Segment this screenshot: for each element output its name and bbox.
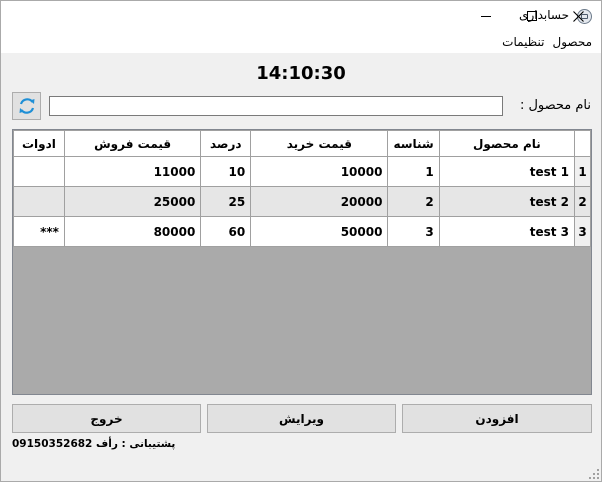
- refresh-button[interactable]: [12, 92, 41, 120]
- cell-buy-price[interactable]: 10000: [250, 156, 389, 187]
- products-grid[interactable]: ادوات قیمت فروش درصد قیمت خرید شناسه نام…: [12, 129, 592, 395]
- cell-id[interactable]: 2: [387, 186, 440, 217]
- cell-product-name[interactable]: test 2: [438, 186, 576, 217]
- menu-bar: محصول تنظیمات: [1, 32, 601, 53]
- column-header-product-name[interactable]: نام محصول: [438, 130, 576, 157]
- maximize-icon: [527, 11, 537, 21]
- cell-buy-price[interactable]: 20000: [250, 186, 389, 217]
- column-header-buy-price[interactable]: قیمت خرید: [250, 130, 389, 157]
- cell-percent[interactable]: 10: [200, 156, 252, 187]
- support-contact: پشتیبانی : رأف 09150352682: [12, 438, 176, 450]
- close-button[interactable]: [555, 1, 601, 31]
- row-header-corner: [574, 130, 591, 157]
- table-row[interactable]: 25000 25 20000 2 test 2 2: [13, 186, 591, 217]
- row-header[interactable]: 3: [574, 216, 591, 247]
- resize-grip-icon[interactable]: [587, 467, 599, 479]
- product-name-input[interactable]: [49, 96, 503, 116]
- cell-sell-price[interactable]: 25000: [63, 186, 202, 217]
- row-header[interactable]: 1: [574, 156, 591, 187]
- cell-percent[interactable]: 60: [200, 216, 252, 247]
- add-button[interactable]: افزودن: [402, 404, 592, 433]
- product-name-label: نام محصول :: [519, 98, 591, 113]
- row-header[interactable]: 2: [574, 186, 591, 217]
- cell-product-name[interactable]: test 1: [438, 156, 576, 187]
- table-row[interactable]: 11000 10 10000 1 test 1 1: [13, 156, 591, 187]
- cell-product-name[interactable]: test 3: [438, 216, 576, 247]
- cell-id[interactable]: 1: [387, 156, 440, 187]
- app-window: حسابداری محصول تنظیمات 14:10:30 نام محصو…: [0, 0, 602, 482]
- table-header-row: ادوات قیمت فروش درصد قیمت خرید شناسه نام…: [13, 130, 591, 157]
- column-header-tools[interactable]: ادوات: [13, 130, 65, 157]
- maximize-button[interactable]: [509, 1, 555, 31]
- cell-tools[interactable]: [13, 186, 65, 217]
- column-header-sell-price[interactable]: قیمت فروش: [63, 130, 202, 157]
- title-bar[interactable]: حسابداری: [1, 1, 601, 32]
- column-header-percent[interactable]: درصد: [200, 130, 252, 157]
- cell-percent[interactable]: 25: [200, 186, 252, 217]
- exit-button[interactable]: خروج: [12, 404, 201, 433]
- cell-id[interactable]: 3: [387, 216, 440, 247]
- cell-buy-price[interactable]: 50000: [250, 216, 389, 247]
- clock-display: 14:10:30: [256, 63, 346, 84]
- minimize-button[interactable]: [463, 1, 509, 31]
- cell-sell-price[interactable]: 11000: [63, 156, 202, 187]
- cell-tools[interactable]: ***: [13, 216, 65, 247]
- cell-tools[interactable]: [13, 156, 65, 187]
- refresh-icon: [19, 98, 34, 114]
- edit-button[interactable]: ویرایش: [207, 404, 396, 433]
- products-table: ادوات قیمت فروش درصد قیمت خرید شناسه نام…: [13, 130, 591, 247]
- minimize-icon: [481, 15, 491, 17]
- menu-item-product[interactable]: محصول: [549, 32, 597, 53]
- cell-sell-price[interactable]: 80000: [63, 216, 202, 247]
- close-icon: [572, 10, 584, 22]
- menu-item-settings[interactable]: تنظیمات: [498, 32, 548, 53]
- table-row[interactable]: *** 80000 60 50000 3 test 3 3: [13, 216, 591, 247]
- column-header-id[interactable]: شناسه: [387, 130, 440, 157]
